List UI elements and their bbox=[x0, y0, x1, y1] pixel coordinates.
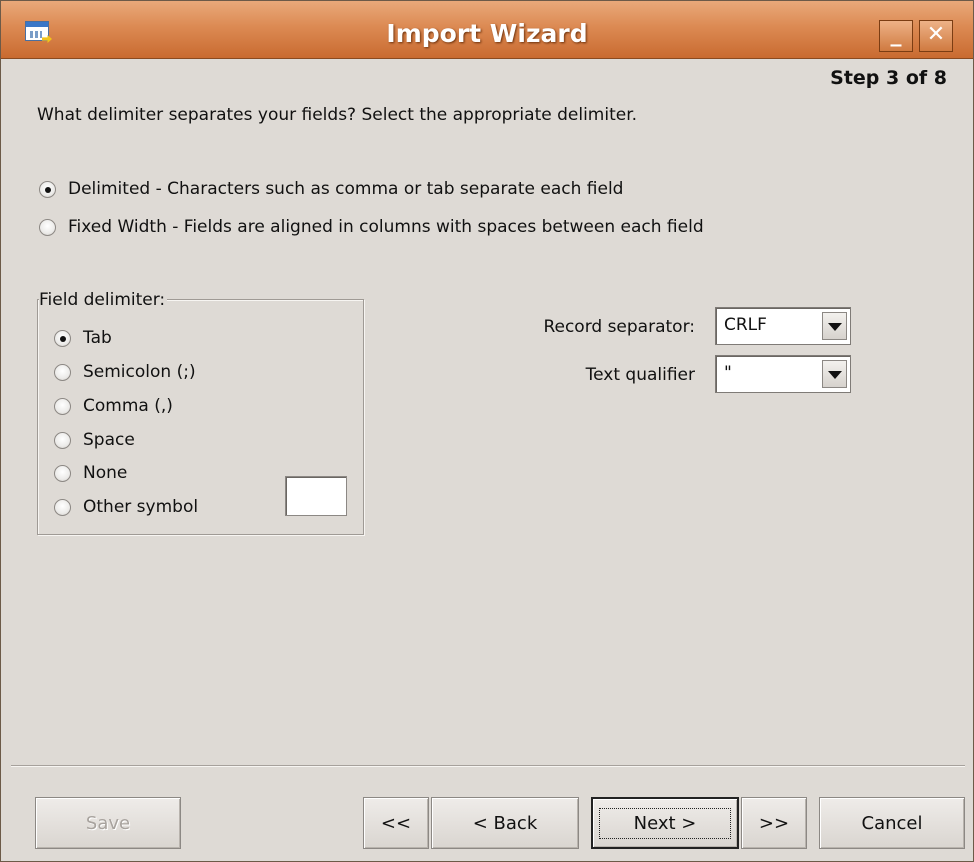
last-step-button[interactable]: >> bbox=[741, 797, 807, 849]
chevron-down-icon[interactable] bbox=[822, 312, 847, 340]
delimiter-option-comma[interactable]: Comma (,) bbox=[54, 396, 173, 416]
text-qualifier-select[interactable]: " bbox=[715, 355, 851, 393]
record-separator-select[interactable]: CRLF bbox=[715, 307, 851, 345]
radio-label: Semicolon (;) bbox=[83, 362, 196, 382]
save-button[interactable]: Save bbox=[35, 797, 181, 849]
delimiter-option-other[interactable]: Other symbol bbox=[54, 497, 198, 517]
radio-button-tab[interactable] bbox=[54, 329, 71, 347]
cancel-button[interactable]: Cancel bbox=[819, 797, 965, 849]
window-title: Import Wizard bbox=[386, 19, 588, 48]
minimize-button[interactable]: _ bbox=[879, 20, 913, 52]
back-button[interactable]: < Back bbox=[431, 797, 579, 849]
radio-label: Comma (,) bbox=[83, 396, 173, 416]
next-button[interactable]: Next > bbox=[591, 797, 739, 849]
radio-label: None bbox=[83, 463, 128, 483]
text-qualifier-value: " bbox=[724, 363, 732, 383]
radio-fixed-width[interactable]: Fixed Width - Fields are aligned in colu… bbox=[39, 217, 704, 237]
field-delimiter-group: Field delimiter: Tab Semicolon (;) Comma… bbox=[37, 291, 364, 535]
record-separator-label: Record separator: bbox=[543, 317, 695, 337]
close-button[interactable]: ✕ bbox=[919, 20, 953, 52]
field-delimiter-legend: Field delimiter: bbox=[39, 290, 168, 310]
first-step-button[interactable]: << bbox=[363, 797, 429, 849]
delimiter-option-space[interactable]: Space bbox=[54, 430, 135, 450]
delimiter-question: What delimiter separates your fields? Se… bbox=[37, 105, 638, 125]
text-qualifier-label: Text qualifier bbox=[585, 365, 695, 385]
button-separator bbox=[11, 765, 965, 767]
other-symbol-input[interactable] bbox=[285, 476, 347, 516]
next-button-label: Next > bbox=[598, 807, 732, 839]
chevron-down-icon[interactable] bbox=[822, 360, 847, 388]
radio-label: Tab bbox=[83, 328, 112, 348]
radio-button-none[interactable] bbox=[54, 464, 71, 482]
radio-button-semicolon[interactable] bbox=[54, 363, 71, 381]
radio-label: Delimited - Characters such as comma or … bbox=[68, 179, 624, 199]
delimiter-option-tab[interactable]: Tab bbox=[54, 328, 112, 348]
radio-label: Fixed Width - Fields are aligned in colu… bbox=[68, 217, 704, 237]
radio-label: Space bbox=[83, 430, 135, 450]
radio-label: Other symbol bbox=[83, 497, 199, 517]
radio-button-fixed-width[interactable] bbox=[39, 218, 56, 236]
record-separator-value: CRLF bbox=[724, 315, 767, 335]
radio-button-comma[interactable] bbox=[54, 397, 71, 415]
radio-button-delimited[interactable] bbox=[39, 180, 56, 198]
step-indicator: Step 3 of 8 bbox=[830, 67, 947, 89]
import-wizard-window: Import Wizard _ ✕ Step 3 of 8 What delim… bbox=[0, 0, 974, 862]
delimiter-option-none[interactable]: None bbox=[54, 463, 127, 483]
delimiter-option-semicolon[interactable]: Semicolon (;) bbox=[54, 362, 196, 382]
radio-button-other[interactable] bbox=[54, 498, 71, 516]
radio-button-space[interactable] bbox=[54, 431, 71, 449]
title-bar[interactable]: Import Wizard _ ✕ bbox=[1, 1, 973, 59]
radio-delimited[interactable]: Delimited - Characters such as comma or … bbox=[39, 179, 623, 199]
